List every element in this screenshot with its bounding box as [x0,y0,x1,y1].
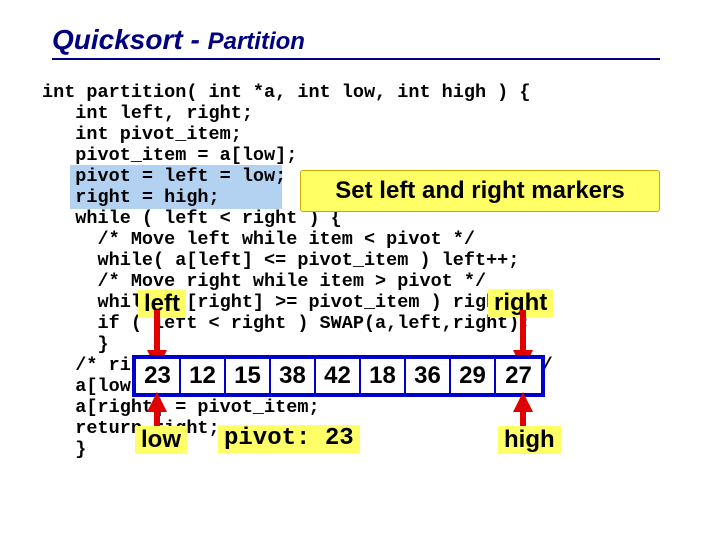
code-listing: int partition( int *a, int low, int high… [42,82,553,460]
callout-box: Set left and right markers [300,170,660,212]
low-label: low [135,426,187,454]
array-cell: 38 [271,359,316,393]
title-underline [52,58,660,60]
array-cell: 36 [406,359,451,393]
callout-text: Set left and right markers [335,177,624,205]
array-cell: 42 [316,359,361,393]
array-cell: 18 [361,359,406,393]
array-cell: 29 [451,359,496,393]
high-label: high [498,426,561,454]
pivot-label: pivot: 23 [218,425,360,453]
array-cell: 23 [136,359,181,393]
slide-title: Quicksort - Partition [52,24,305,56]
array-cell: 12 [181,359,226,393]
title-sub: Partition [208,28,305,55]
array-visual: 23 12 15 38 42 18 36 29 27 [132,355,545,397]
title-main: Quicksort - [52,24,208,55]
array-cell: 15 [226,359,271,393]
array-cell: 27 [496,359,541,393]
